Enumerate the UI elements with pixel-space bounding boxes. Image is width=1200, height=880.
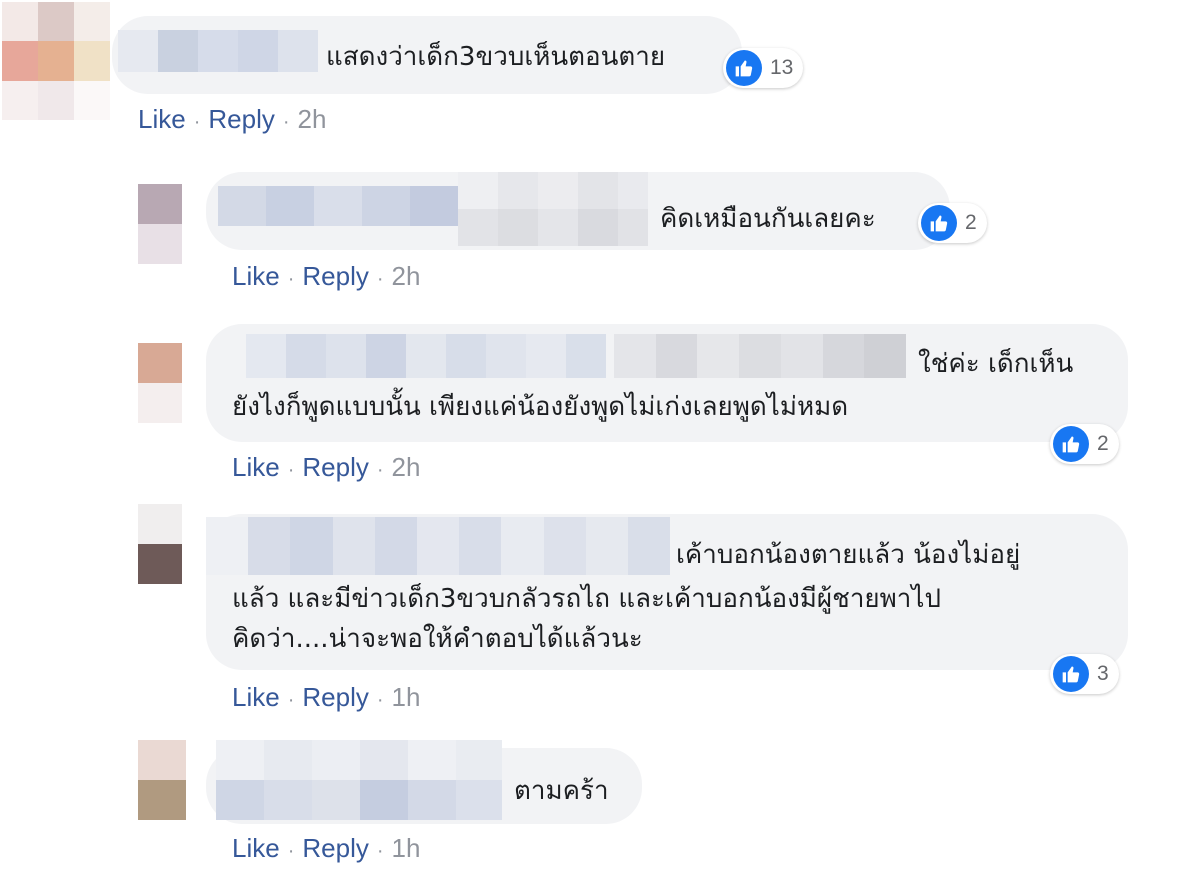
comment-text: ตามคร้า — [514, 776, 609, 806]
comment-actions: Like · Reply · 1h — [232, 682, 420, 713]
commenter-name[interactable] — [216, 740, 502, 820]
like-link[interactable]: Like — [232, 682, 280, 712]
thumbs-up-icon — [1053, 426, 1089, 462]
separator: · — [376, 840, 384, 862]
thumbs-up-icon — [726, 50, 762, 86]
comment-text-line: ใช่ค่ะ เด็กเห็น — [918, 349, 1074, 379]
comment-actions: Like · Reply · 1h — [232, 833, 420, 864]
reaction-count: 13 — [770, 56, 794, 79]
comment-actions: Like · Reply · 2h — [138, 104, 326, 135]
avatar[interactable] — [2, 2, 110, 120]
timestamp[interactable]: 1h — [392, 682, 421, 712]
thumbs-up-icon — [921, 205, 957, 241]
thumbs-up-icon — [1053, 656, 1089, 692]
comment-actions: Like · Reply · 2h — [232, 452, 420, 483]
like-link[interactable]: Like — [138, 104, 186, 134]
comment-text-line: เค้าบอกน้องตายแล้ว น้องไม่อยู่ — [676, 540, 1021, 570]
avatar[interactable] — [138, 184, 182, 264]
comment-actions: Like · Reply · 2h — [232, 261, 420, 292]
reaction-count: 2 — [965, 211, 977, 234]
avatar[interactable] — [138, 343, 182, 423]
timestamp[interactable]: 1h — [392, 833, 421, 863]
like-link[interactable]: Like — [232, 452, 280, 482]
separator: · — [287, 840, 295, 862]
reply-link[interactable]: Reply — [302, 682, 368, 712]
comment-text-line: คิดว่า....น่าจะพอให้คำตอบได้แล้วนะ — [232, 624, 643, 654]
reply-link[interactable]: Reply — [302, 452, 368, 482]
comment-text-line: ยังไงก็พูดแบบนั้น เพียงแค่น้องยังพูดไม่เ… — [232, 392, 849, 422]
timestamp[interactable]: 2h — [392, 261, 421, 291]
separator: · — [282, 111, 290, 133]
reaction-count: 2 — [1097, 432, 1109, 455]
like-link[interactable]: Like — [232, 833, 280, 863]
reaction-badge[interactable]: 3 — [1050, 654, 1119, 694]
avatar[interactable] — [138, 504, 182, 584]
reaction-badge[interactable]: 2 — [1050, 424, 1119, 464]
separator: · — [376, 459, 384, 481]
timestamp[interactable]: 2h — [392, 452, 421, 482]
commenter-name[interactable] — [118, 30, 318, 72]
comment-text-line: แล้ว และมีข่าวเด็ก3ขวบกลัวรถไถ และเค้าบอ… — [232, 584, 941, 614]
reaction-badge[interactable]: 2 — [918, 203, 987, 243]
reaction-count: 3 — [1097, 662, 1109, 685]
commenter-name[interactable] — [218, 186, 458, 226]
separator: · — [287, 268, 295, 290]
reply-link[interactable]: Reply — [208, 104, 274, 134]
separator: · — [376, 689, 384, 711]
timestamp[interactable]: 2h — [298, 104, 327, 134]
like-link[interactable]: Like — [232, 261, 280, 291]
comment-text: แสดงว่าเด็ก3ขวบเห็นตอนตาย — [326, 42, 666, 72]
separator: · — [193, 111, 201, 133]
commenter-name[interactable] — [206, 517, 671, 575]
commenter-name-part[interactable] — [458, 172, 648, 246]
separator: · — [287, 689, 295, 711]
separator: · — [376, 268, 384, 290]
reply-link[interactable]: Reply — [302, 261, 368, 291]
commenter-name-part[interactable] — [614, 334, 907, 378]
comment-thread: แสดงว่าเด็ก3ขวบเห็นตอนตาย 13 Like · Reply ·… — [0, 0, 1200, 880]
separator: · — [287, 459, 295, 481]
commenter-name[interactable] — [246, 334, 606, 378]
comment-text: คิดเหมือนกันเลยคะ — [660, 204, 876, 234]
reply-link[interactable]: Reply — [302, 833, 368, 863]
reaction-badge[interactable]: 13 — [723, 48, 804, 88]
avatar[interactable] — [138, 740, 186, 820]
